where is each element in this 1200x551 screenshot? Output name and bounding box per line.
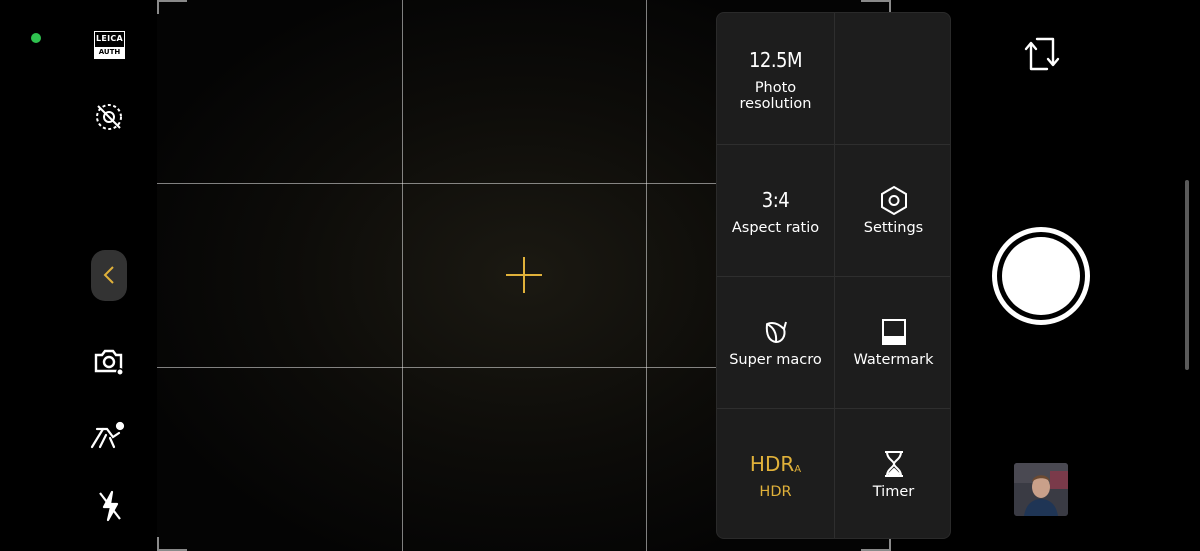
collapse-panel-button[interactable] — [91, 250, 127, 301]
watermark-icon — [881, 317, 907, 347]
timer-label: Timer — [872, 484, 915, 500]
hdr-auto-icon: HDRA — [750, 449, 801, 479]
quick-settings-panel: 12.5M Photo resolution 3:4 Aspect ratio … — [716, 12, 951, 539]
motion-capture-icon[interactable] — [89, 418, 127, 452]
ai-scene-off-icon[interactable] — [92, 100, 126, 134]
grid-line — [402, 0, 403, 551]
watermark-tile[interactable]: Watermark — [835, 277, 950, 408]
hdr-tile[interactable]: HDRA HDR — [717, 409, 834, 538]
frame-corner — [157, 0, 159, 14]
last-photo-thumbnail[interactable] — [1014, 463, 1068, 516]
frame-corner — [157, 0, 187, 2]
hdr-auto-suffix: A — [794, 464, 802, 475]
leica-badge-top: LEICA — [95, 34, 124, 43]
switch-camera-icon[interactable] — [1022, 34, 1062, 74]
photo-resolution-tile[interactable]: 12.5M Photo resolution — [717, 13, 834, 144]
lens-mode-icon[interactable] — [91, 344, 127, 378]
aspect-ratio-tile[interactable]: 3:4 Aspect ratio — [717, 145, 834, 276]
super-macro-tile[interactable]: Super macro — [717, 277, 834, 408]
hexagon-settings-icon — [880, 185, 908, 215]
frame-corner — [889, 537, 891, 551]
empty-tile — [835, 13, 950, 144]
frame-corner — [157, 537, 159, 551]
frame-corner — [861, 0, 891, 2]
mode-scrollbar[interactable] — [1185, 180, 1189, 370]
flash-off-icon[interactable] — [95, 488, 125, 524]
leica-badge-bottom: AUTH — [95, 47, 124, 58]
photo-resolution-value: 12.5M — [748, 48, 803, 72]
watermark-label: Watermark — [853, 352, 934, 368]
focus-crosshair-icon — [506, 257, 542, 293]
grid-line — [646, 0, 647, 551]
aspect-ratio-label: Aspect ratio — [731, 220, 820, 236]
super-macro-icon — [762, 317, 790, 347]
hourglass-icon — [883, 449, 905, 479]
gallery-thumbnail-image — [1014, 463, 1068, 516]
aspect-ratio-value: 3:4 — [761, 188, 790, 212]
shutter-button-inner — [1002, 237, 1080, 315]
hdr-value: HDR — [749, 452, 795, 476]
leica-auth-icon[interactable]: LEICA AUTH — [94, 31, 125, 59]
back-chevron-icon — [103, 266, 114, 284]
settings-label: Settings — [863, 220, 924, 236]
hdr-label: HDR — [759, 484, 792, 500]
super-macro-label: Super macro — [729, 352, 822, 368]
settings-tile[interactable]: Settings — [835, 145, 950, 276]
camera-active-indicator — [31, 33, 41, 43]
shutter-button[interactable] — [992, 227, 1090, 325]
timer-tile[interactable]: Timer — [835, 409, 950, 538]
photo-resolution-label: Photo resolution — [739, 80, 812, 112]
